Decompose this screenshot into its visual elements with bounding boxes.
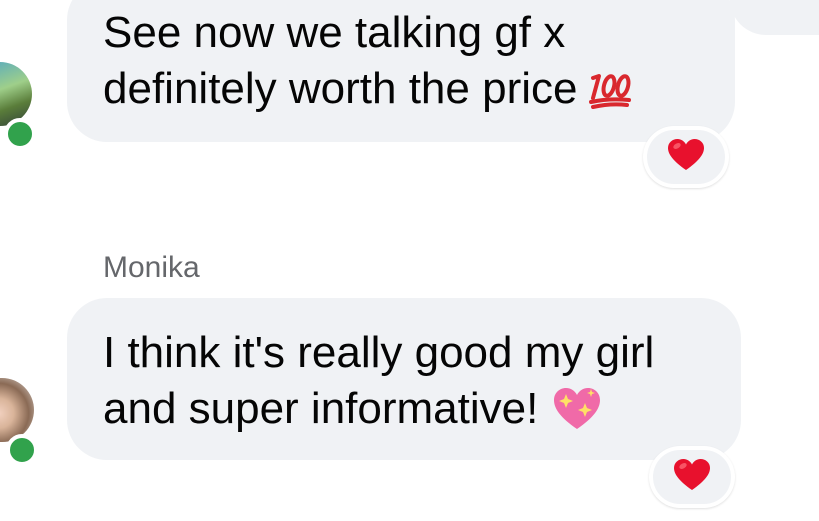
message-text-line: I think it's really good my girl	[103, 328, 655, 377]
reaction-badge-inner	[647, 130, 725, 184]
red-heart-icon	[667, 138, 705, 177]
reaction-badge[interactable]	[643, 126, 729, 188]
message-bubble[interactable]: See now we talking gf x definitely worth…	[67, 0, 735, 142]
avatar[interactable]	[0, 62, 32, 126]
red-heart-icon	[673, 458, 711, 497]
online-status-icon	[6, 434, 38, 466]
message-text-line: definitely worth the price	[103, 63, 635, 121]
previous-message-bubble[interactable]	[730, 0, 819, 35]
reaction-badge-inner	[653, 450, 731, 504]
hundred-points-icon	[585, 69, 635, 121]
sparkling-heart-icon	[550, 383, 604, 445]
sender-name: Monika	[103, 251, 200, 284]
message-text-line: and super informative!	[103, 383, 604, 445]
message-text: and super informative!	[103, 384, 539, 433]
avatar[interactable]	[0, 378, 34, 442]
message-text: definitely worth the price	[103, 64, 578, 113]
message-bubble[interactable]: I think it's really good my girl and sup…	[67, 298, 741, 460]
message-text-line: See now we talking gf x	[103, 8, 566, 57]
online-status-icon	[4, 118, 36, 150]
chat-thread: See now we talking gf x definitely worth…	[0, 0, 819, 521]
reaction-badge[interactable]	[649, 446, 735, 508]
